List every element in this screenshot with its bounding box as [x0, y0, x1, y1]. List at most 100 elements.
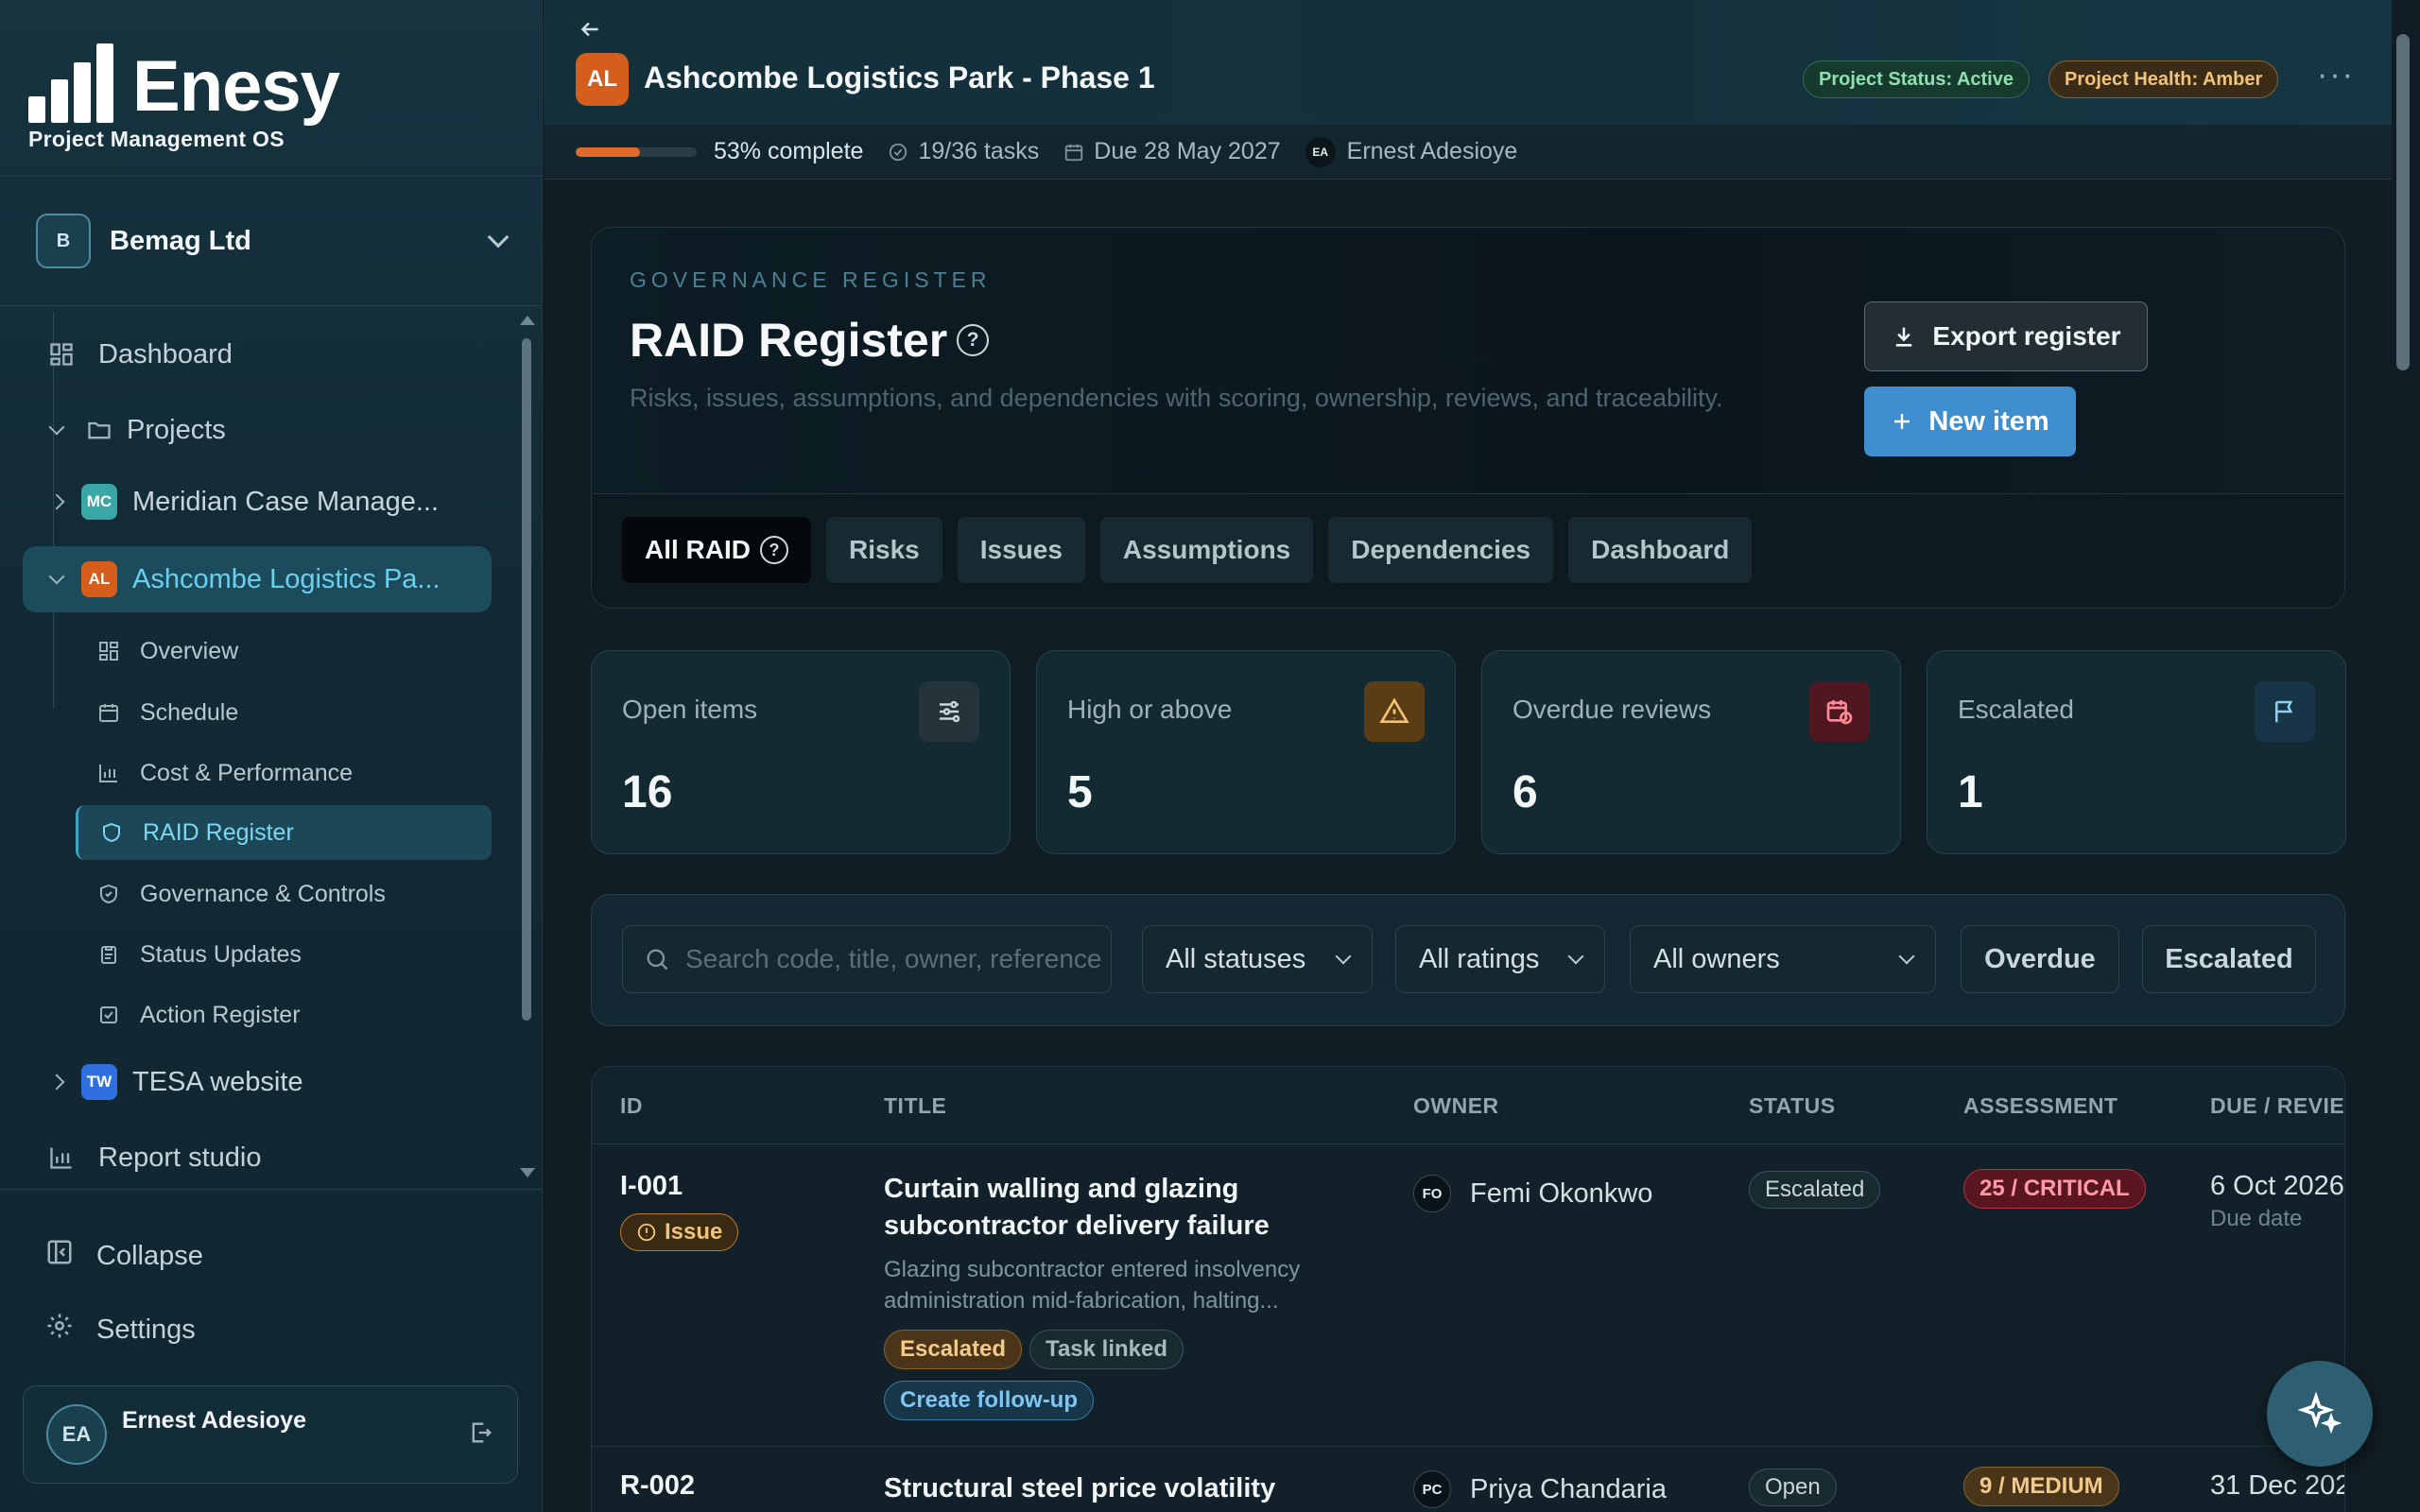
row-title[interactable]: Curtain walling and glazing subcontracto…: [884, 1171, 1375, 1245]
title-cell: Structural steel price volatility: [884, 1470, 1451, 1507]
more-options-icon[interactable]: ···: [2317, 57, 2355, 94]
flag-icon: [2255, 681, 2315, 742]
tab-assumptions[interactable]: Assumptions: [1099, 517, 1314, 583]
table-row[interactable]: I-001 Issue Curtain walling and glazing …: [592, 1144, 2344, 1447]
tab-all-raid[interactable]: All RAID ?: [622, 517, 811, 583]
logout-icon[interactable]: [468, 1419, 494, 1451]
chevron-down-icon: [487, 226, 510, 249]
collapse-label: Collapse: [96, 1240, 203, 1271]
column-header[interactable]: STATUS: [1749, 1093, 1836, 1119]
back-arrow-icon[interactable]: [578, 17, 602, 48]
status-filter-select[interactable]: All statuses: [1142, 925, 1373, 993]
owner-cell: FO Femi Okonkwo: [1413, 1175, 1652, 1212]
ai-assistant-button[interactable]: [2267, 1361, 2373, 1467]
subnav-label: Governance & Controls: [140, 880, 386, 907]
page-scroll-thumb[interactable]: [2396, 34, 2410, 370]
nav-project-tesa[interactable]: TW TESA website: [23, 1049, 492, 1115]
tasks-text: 19/36 tasks: [918, 138, 1040, 164]
search-input[interactable]: [685, 944, 1101, 974]
subnav-cost-performance[interactable]: Cost & Performance: [76, 746, 492, 800]
brand-logo[interactable]: Enesy Project Management OS: [28, 43, 340, 152]
nav-project-meridian[interactable]: MC Meridian Case Manage...: [23, 469, 492, 535]
avatar: PC: [1413, 1470, 1451, 1508]
subnav-status-updates[interactable]: Status Updates: [76, 927, 492, 982]
owner-filter-select[interactable]: All owners: [1630, 925, 1936, 993]
scroll-up-arrow-icon[interactable]: [520, 316, 535, 325]
stat-label: Overdue reviews: [1512, 695, 1712, 724]
row-id[interactable]: I-001: [620, 1171, 738, 1202]
sidebar: Enesy Project Management OS B Bemag Ltd …: [0, 0, 543, 1512]
warning-icon: [1364, 681, 1425, 742]
project-header: AL Ashcombe Logistics Park - Phase 1 Pro…: [544, 0, 2392, 125]
column-header[interactable]: DUE / REVIEW: [2210, 1093, 2344, 1119]
shield-check-icon: [96, 882, 121, 906]
due-cell: 6 Oct 2026 Due date: [2210, 1171, 2344, 1232]
check-circle-icon: [890, 143, 908, 161]
nav-report-studio[interactable]: Report studio: [23, 1125, 492, 1191]
new-item-label: New item: [1928, 405, 2049, 437]
stat-label: Escalated: [1958, 695, 2074, 724]
nav-dashboard[interactable]: Dashboard: [23, 321, 492, 387]
search-field[interactable]: [622, 925, 1112, 993]
export-register-button[interactable]: Export register: [1864, 301, 2148, 371]
column-header[interactable]: TITLE: [884, 1093, 946, 1119]
chevron-right-icon[interactable]: [48, 493, 65, 510]
rating-filter-select[interactable]: All ratings: [1395, 925, 1605, 993]
tab-dashboard[interactable]: Dashboard: [1568, 517, 1753, 583]
chevron-down-icon[interactable]: [48, 419, 65, 436]
settings-button[interactable]: Settings: [45, 1312, 196, 1348]
table-row[interactable]: R-002 Structural steel price volatility …: [592, 1448, 2344, 1512]
owner-filter-value: All owners: [1653, 943, 1780, 974]
nav-project-ashcombe[interactable]: AL Ashcombe Logistics Pa...: [23, 546, 492, 612]
main-content: AL Ashcombe Logistics Park - Phase 1 Pro…: [544, 0, 2420, 1512]
tab-issues[interactable]: Issues: [957, 517, 1085, 583]
calendar-icon: [1065, 144, 1083, 161]
nav-projects[interactable]: Projects: [23, 397, 492, 463]
column-header[interactable]: ID: [620, 1093, 643, 1119]
scroll-down-arrow-icon[interactable]: [520, 1168, 535, 1177]
sidebar-scroll-thumb[interactable]: [522, 338, 531, 1021]
tab-label: All RAID: [645, 535, 751, 564]
tab-dependencies[interactable]: Dependencies: [1328, 517, 1554, 583]
tab-risks[interactable]: Risks: [826, 517, 942, 583]
row-id[interactable]: R-002: [620, 1470, 695, 1502]
subnav-action-register[interactable]: Action Register: [76, 988, 492, 1042]
collapse-button[interactable]: Collapse: [45, 1238, 203, 1274]
subnav-label: Cost & Performance: [140, 759, 354, 786]
user-card[interactable]: EA Ernest Adesioye: [23, 1385, 518, 1484]
subnav-overview[interactable]: Overview: [76, 624, 492, 679]
create-follow-up-button[interactable]: Create follow-up: [884, 1381, 1095, 1420]
help-icon[interactable]: ?: [957, 324, 990, 356]
status-badge: Open: [1749, 1469, 1837, 1506]
subnav-raid-register[interactable]: RAID Register: [76, 805, 492, 860]
new-item-button[interactable]: New item: [1864, 387, 2076, 456]
due-cell: 31 Dec 2026: [2210, 1470, 2344, 1502]
progress-fill: [576, 146, 640, 157]
chevron-down-icon[interactable]: [48, 568, 65, 585]
escalated-filter-button[interactable]: Escalated: [2142, 925, 2316, 993]
org-name: Bemag Ltd: [110, 225, 251, 256]
help-icon[interactable]: ?: [760, 536, 788, 564]
raid-header-card: GOVERNANCE REGISTER RAID Register ? Risk…: [591, 227, 2345, 609]
owner-name: Ernest Adesioye: [1346, 138, 1518, 164]
row-title[interactable]: Structural steel price volatility: [884, 1470, 1451, 1507]
subnav-governance[interactable]: Governance & Controls: [76, 867, 492, 921]
owner-name: Priya Chandaria: [1470, 1473, 1667, 1504]
due-date: 6 Oct 2026: [2210, 1171, 2344, 1201]
id-cell: R-002: [620, 1470, 695, 1502]
chevron-down-icon: [1898, 948, 1915, 965]
export-label: Export register: [1932, 321, 2121, 351]
org-switcher[interactable]: B Bemag Ltd: [0, 176, 542, 306]
column-header[interactable]: OWNER: [1413, 1093, 1499, 1119]
column-header[interactable]: ASSESSMENT: [1963, 1093, 2118, 1119]
owner-cell: PC Priya Chandaria: [1413, 1470, 1667, 1508]
due-date: Due 28 May 2027: [1063, 138, 1281, 165]
subnav-schedule[interactable]: Schedule: [76, 685, 492, 740]
chevron-right-icon[interactable]: [48, 1074, 65, 1091]
overdue-filter-button[interactable]: Overdue: [1961, 925, 2119, 993]
shield-icon: [99, 820, 124, 845]
due-date: 31 Dec 2026: [2210, 1470, 2344, 1501]
download-icon: [1896, 327, 1912, 347]
subnav-label: Schedule: [140, 698, 239, 726]
sparkles-icon: [2297, 1391, 2342, 1435]
